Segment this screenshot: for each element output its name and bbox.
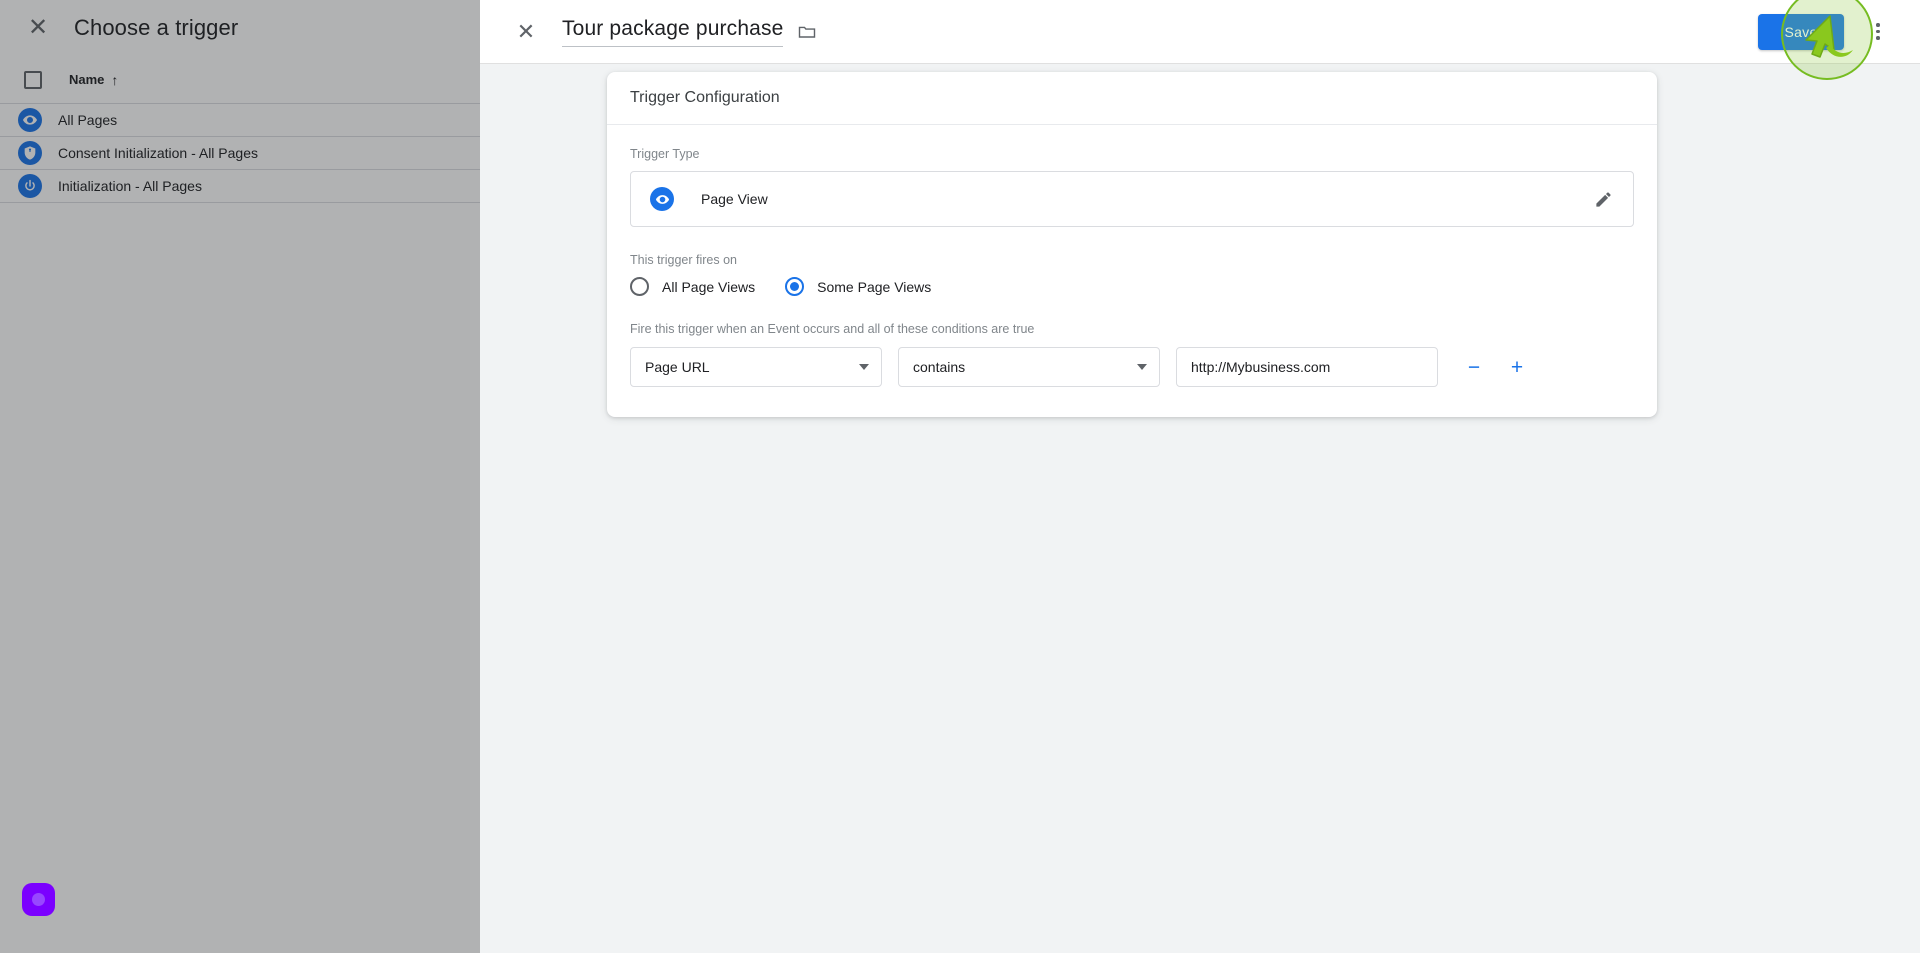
radio-some-page-views[interactable]: Some Page Views [785, 277, 931, 296]
choose-trigger-header: ✕ Choose a trigger [0, 0, 480, 56]
trigger-name: Initialization - All Pages [58, 178, 202, 194]
close-icon[interactable]: ✕ [506, 12, 546, 52]
radio-label: All Page Views [662, 278, 756, 295]
radio-all-page-views[interactable]: All Page Views [630, 277, 755, 296]
modal-header: ✕ Tour package purchase Save [480, 0, 1920, 64]
trigger-name: All Pages [58, 112, 118, 128]
condition-value-input[interactable]: http://Mybusiness.com [1176, 347, 1438, 387]
column-header-name[interactable]: Name ↑ [69, 72, 118, 88]
condition-variable-select[interactable]: Page URL [630, 347, 882, 387]
condition-variable-value: Page URL [645, 359, 710, 375]
floating-action-button[interactable] [22, 883, 55, 916]
select-all-checkbox[interactable] [24, 70, 42, 89]
close-icon[interactable]: ✕ [18, 8, 58, 48]
header-actions: Save [1758, 12, 1898, 52]
trigger-configuration-card: Trigger Configuration Trigger Type Page … [607, 72, 1657, 417]
page-view-icon [650, 187, 674, 211]
radio-label: Some Page Views [817, 278, 932, 295]
choose-trigger-panel: ✕ Choose a trigger Name ↑ All Pages Cons… [0, 0, 480, 953]
card-body: Trigger Type Page View This trigger fire… [607, 125, 1657, 417]
trigger-table-header: Name ↑ [0, 56, 480, 104]
conditions-hint: Fire this trigger when an Event occurs a… [630, 322, 1035, 336]
card-header: Trigger Configuration [607, 72, 1657, 125]
more-vert-icon[interactable] [1858, 12, 1898, 52]
choose-trigger-title: Choose a trigger [74, 15, 239, 40]
table-row[interactable]: Consent Initialization - All Pages [0, 137, 480, 170]
title-area: Tour package purchase [562, 16, 817, 47]
power-icon [18, 174, 42, 198]
condition-row: Page URL contains http://Mybusiness.com … [630, 347, 1634, 387]
table-row[interactable]: Initialization - All Pages [0, 170, 480, 203]
folder-icon[interactable] [797, 22, 817, 42]
condition-operator-value: contains [913, 359, 966, 375]
pencil-icon[interactable] [1583, 179, 1623, 219]
chevron-down-icon [859, 364, 869, 370]
eye-icon [18, 108, 42, 132]
trigger-type-label: Trigger Type [630, 147, 700, 161]
fires-on-radio-group: All Page Views Some Page Views [630, 277, 1634, 296]
save-button[interactable]: Save [1758, 13, 1844, 50]
remove-condition-button[interactable]: − [1458, 351, 1490, 383]
screen: ✕ Choose a trigger Name ↑ All Pages Cons… [0, 0, 1920, 953]
table-row[interactable]: All Pages [0, 104, 480, 137]
fires-on-label: This trigger fires on [630, 253, 737, 267]
trigger-type-selector[interactable]: Page View [630, 171, 1634, 227]
add-condition-button[interactable]: + [1501, 351, 1533, 383]
trigger-editor-modal: ✕ Tour package purchase Save Trigger Con… [480, 0, 1920, 953]
radio-unselected-icon [630, 277, 649, 296]
trigger-type-value: Page View [701, 191, 768, 207]
condition-operator-select[interactable]: contains [898, 347, 1160, 387]
sort-ascending-icon: ↑ [111, 71, 119, 88]
radio-selected-icon [785, 277, 805, 296]
card-title: Trigger Configuration [630, 89, 780, 106]
column-header-name-label: Name [69, 72, 105, 87]
shield-icon [18, 141, 42, 165]
trigger-title-input[interactable]: Tour package purchase [562, 16, 784, 47]
chevron-down-icon [1137, 364, 1147, 370]
trigger-name: Consent Initialization - All Pages [58, 145, 258, 161]
circle-icon [32, 893, 45, 906]
